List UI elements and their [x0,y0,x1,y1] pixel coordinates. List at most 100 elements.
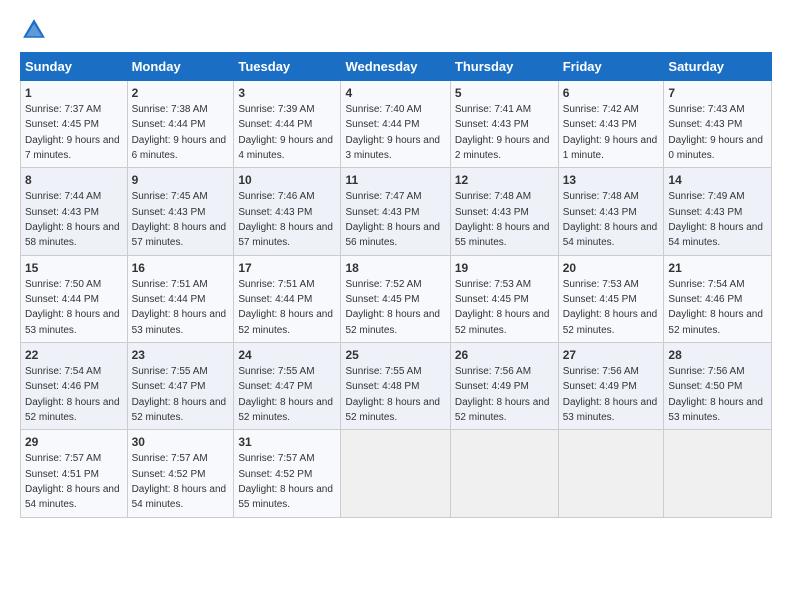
week-row-5: 29Sunrise: 7:57 AMSunset: 4:51 PMDayligh… [21,430,772,517]
daylight-text: Daylight: 8 hours and 52 minutes. [563,309,658,335]
sunset-text: Sunset: 4:44 PM [238,119,312,130]
week-row-4: 22Sunrise: 7:54 AMSunset: 4:46 PMDayligh… [21,343,772,430]
week-row-1: 1Sunrise: 7:37 AMSunset: 4:45 PMDaylight… [21,81,772,168]
sunrise-text: Sunrise: 7:42 AM [563,104,639,115]
calendar-cell: 30Sunrise: 7:57 AMSunset: 4:52 PMDayligh… [127,430,234,517]
day-number: 1 [25,85,123,102]
day-number: 5 [455,85,554,102]
week-row-2: 8Sunrise: 7:44 AMSunset: 4:43 PMDaylight… [21,168,772,255]
calendar-cell: 7Sunrise: 7:43 AMSunset: 4:43 PMDaylight… [664,81,772,168]
day-number: 27 [563,347,660,364]
daylight-text: Daylight: 8 hours and 54 minutes. [25,484,120,510]
calendar-table: SundayMondayTuesdayWednesdayThursdayFrid… [20,52,772,518]
calendar-cell: 6Sunrise: 7:42 AMSunset: 4:43 PMDaylight… [558,81,664,168]
day-header-sunday: Sunday [21,53,128,81]
sunset-text: Sunset: 4:48 PM [345,381,419,392]
daylight-text: Daylight: 8 hours and 57 minutes. [238,222,333,248]
calendar-cell: 5Sunrise: 7:41 AMSunset: 4:43 PMDaylight… [450,81,558,168]
sunset-text: Sunset: 4:47 PM [132,381,206,392]
logo-icon [20,16,48,44]
day-number: 12 [455,172,554,189]
calendar-cell [341,430,450,517]
daylight-text: Daylight: 8 hours and 52 minutes. [668,309,763,335]
calendar-cell: 14Sunrise: 7:49 AMSunset: 4:43 PMDayligh… [664,168,772,255]
day-header-thursday: Thursday [450,53,558,81]
calendar-cell: 17Sunrise: 7:51 AMSunset: 4:44 PMDayligh… [234,255,341,342]
day-number: 4 [345,85,445,102]
daylight-text: Daylight: 8 hours and 57 minutes. [132,222,227,248]
calendar-cell: 31Sunrise: 7:57 AMSunset: 4:52 PMDayligh… [234,430,341,517]
calendar-cell: 27 Sunrise: 7:56 AM Sunset: 4:49 PM Dayligh… [558,343,664,430]
sunrise-text: Sunrise: 7:52 AM [345,279,421,290]
sunrise-text: Sunrise: 7:49 AM [668,191,744,202]
sunset-text: Sunset: 4:52 PM [132,469,206,480]
daylight-text: Daylight: 8 hours and 52 minutes. [238,397,333,423]
sunset-text: Sunset: 4:43 PM [668,207,742,218]
calendar-cell: 25Sunrise: 7:55 AMSunset: 4:48 PMDayligh… [341,343,450,430]
sunset-text: Sunset: 4:43 PM [238,207,312,218]
daylight-text: Daylight: 9 hours and 4 minutes. [238,135,333,161]
calendar-cell [664,430,772,517]
day-number: 18 [345,260,445,277]
calendar-cell: 13Sunrise: 7:48 AMSunset: 4:43 PMDayligh… [558,168,664,255]
calendar-cell: 18Sunrise: 7:52 AMSunset: 4:45 PMDayligh… [341,255,450,342]
calendar-cell: 28Sunrise: 7:56 AMSunset: 4:50 PMDayligh… [664,343,772,430]
daylight-text: Daylight: 8 hours and 52 minutes. [455,309,550,335]
day-number: 19 [455,260,554,277]
sunrise-text: Sunrise: 7:41 AM [455,104,531,115]
daylight-text: Daylight: 9 hours and 7 minutes. [25,135,120,161]
daylight-text: Daylight: 8 hours and 53 minutes. [132,309,227,335]
daylight-text: Daylight: 8 hours and 53 minutes. [25,309,120,335]
sunset-text: Sunset: 4:45 PM [455,294,529,305]
sunrise-text: Sunrise: 7:54 AM [668,279,744,290]
sunrise-text: Sunrise: 7:38 AM [132,104,208,115]
sunset-text: Sunset: 4:43 PM [563,207,637,218]
day-header-monday: Monday [127,53,234,81]
sunrise-text: Sunrise: 7:56 AM [668,366,744,377]
daylight-text: Daylight: 8 hours and 54 minutes. [668,222,763,248]
calendar-cell: 11 Sunrise: 7:47 AM Sunset: 4:43 PM Dayligh… [341,168,450,255]
sunrise-text: Sunrise: 7:51 AM [238,279,314,290]
sunset-text: Sunset: 4:45 PM [563,294,637,305]
day-number: 11 [345,172,445,189]
daylight-text: Daylight: 9 hours and 3 minutes. [345,135,440,161]
daylight-text: Daylight: 8 hours and 56 minutes. [345,222,440,248]
sunset-text: Sunset: 4:43 PM [455,119,529,130]
day-header-tuesday: Tuesday [234,53,341,81]
sunset-text: Sunset: 4:44 PM [132,119,206,130]
sunrise-text: Sunrise: 7:56 AM [563,366,639,377]
sunset-text: Sunset: 4:45 PM [345,294,419,305]
sunset-text: Sunset: 4:44 PM [132,294,206,305]
sunrise-text: Sunrise: 7:53 AM [563,279,639,290]
page: SundayMondayTuesdayWednesdayThursdayFrid… [0,0,792,534]
day-header-wednesday: Wednesday [341,53,450,81]
week-row-3: 15Sunrise: 7:50 AMSunset: 4:44 PMDayligh… [21,255,772,342]
calendar-cell: 2Sunrise: 7:38 AMSunset: 4:44 PMDaylight… [127,81,234,168]
sunset-text: Sunset: 4:43 PM [563,119,637,130]
sunset-text: Sunset: 4:49 PM [563,381,637,392]
sunrise-text: Sunrise: 7:47 AM [345,191,421,202]
day-number: 13 [563,172,660,189]
day-number: 6 [563,85,660,102]
sunset-text: Sunset: 4:47 PM [238,381,312,392]
daylight-text: Daylight: 8 hours and 53 minutes. [563,397,658,423]
sunrise-text: Sunrise: 7:57 AM [132,453,208,464]
daylight-text: Daylight: 8 hours and 58 minutes. [25,222,120,248]
calendar-cell: 20Sunrise: 7:53 AMSunset: 4:45 PMDayligh… [558,255,664,342]
day-number: 21 [668,260,767,277]
calendar-cell: 15Sunrise: 7:50 AMSunset: 4:44 PMDayligh… [21,255,128,342]
calendar-cell: 16Sunrise: 7:51 AMSunset: 4:44 PMDayligh… [127,255,234,342]
sunrise-text: Sunrise: 7:55 AM [132,366,208,377]
calendar-cell [450,430,558,517]
sunset-text: Sunset: 4:44 PM [25,294,99,305]
sunrise-text: Sunrise: 7:39 AM [238,104,314,115]
day-number: 28 [668,347,767,364]
calendar-cell: 22Sunrise: 7:54 AMSunset: 4:46 PMDayligh… [21,343,128,430]
logo [20,16,52,44]
sunrise-text: Sunrise: 7:53 AM [455,279,531,290]
day-number: 16 [132,260,230,277]
daylight-text: Daylight: 9 hours and 6 minutes. [132,135,227,161]
sunset-text: Sunset: 4:43 PM [345,207,419,218]
day-number: 3 [238,85,336,102]
daylight-text: Daylight: 8 hours and 55 minutes. [455,222,550,248]
